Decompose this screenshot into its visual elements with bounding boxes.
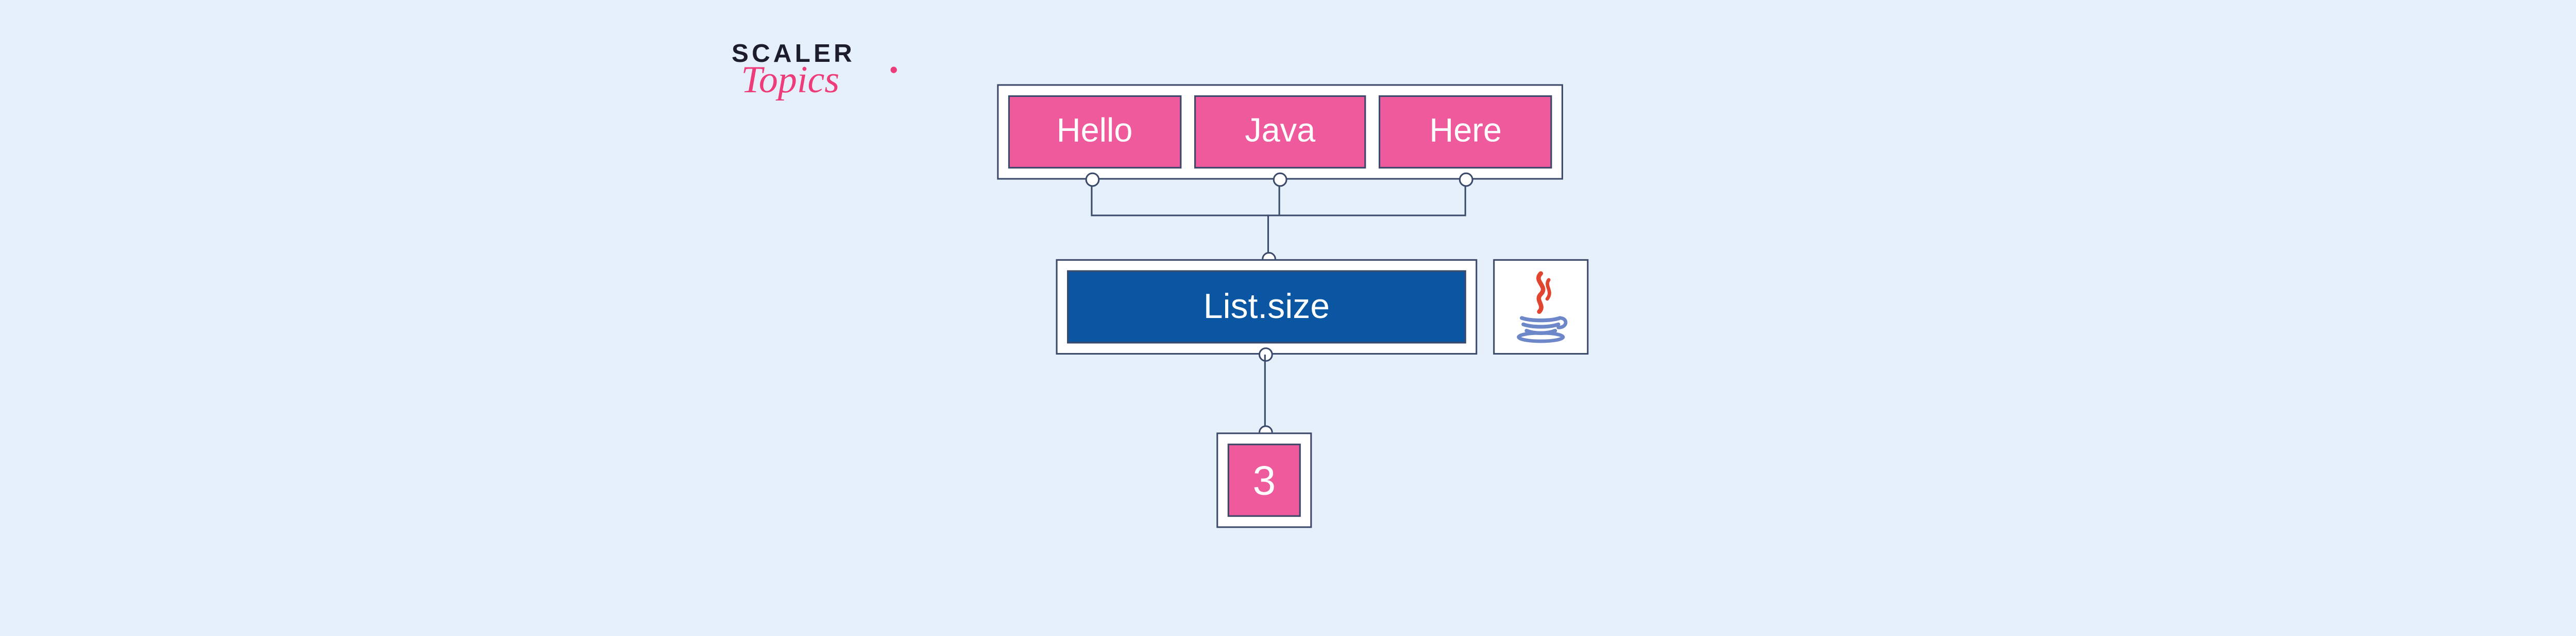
input-list-row: Hello Java Here xyxy=(997,84,1563,179)
diagram-stage: SCALER Topics Hello Java Here List.size xyxy=(0,0,2576,636)
java-logo-icon xyxy=(1509,270,1572,343)
method-row: List.size xyxy=(1056,259,1589,355)
connector-line xyxy=(1264,355,1266,432)
java-logo-box xyxy=(1493,259,1588,355)
list-item: Here xyxy=(1379,95,1552,169)
connector-node-icon xyxy=(1272,173,1286,187)
method-label: List.size xyxy=(1067,270,1466,343)
connector-node-icon xyxy=(1458,173,1472,187)
result-box: 3 xyxy=(1216,432,1312,528)
scaler-topics-logo: SCALER Topics xyxy=(732,41,891,103)
list-item: Hello xyxy=(1008,95,1181,169)
logo-dot-icon xyxy=(891,66,897,73)
result-value: 3 xyxy=(1228,444,1301,517)
list-item: Java xyxy=(1194,95,1366,169)
logo-line2: Topics xyxy=(741,60,890,103)
method-box: List.size xyxy=(1056,259,1478,355)
connector-line xyxy=(1091,214,1466,216)
connector-node-icon xyxy=(1084,173,1099,187)
